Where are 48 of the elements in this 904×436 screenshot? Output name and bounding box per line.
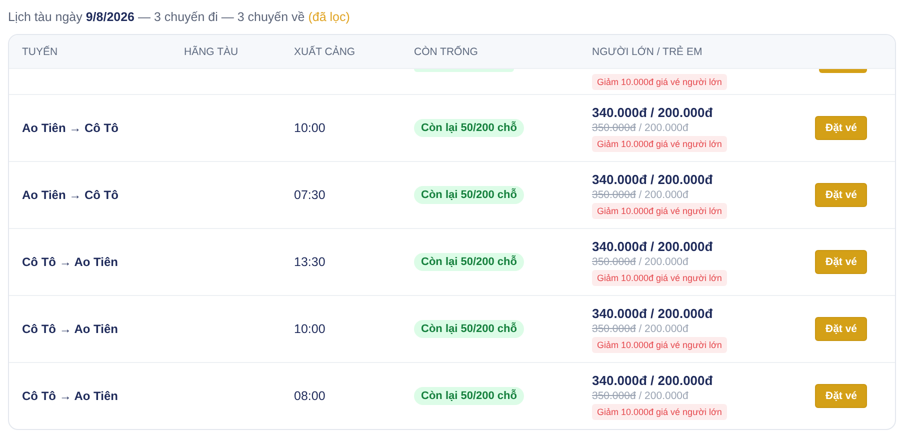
price-text: 340.000đ / 200.000đ	[592, 172, 713, 186]
seats-badge: Còn lại 50/200 chỗ	[414, 253, 524, 271]
old-price: 350.000đ	[592, 390, 636, 402]
departure-time: 10:00	[294, 322, 326, 336]
route-text: Cô Tô → Ao Tiên	[22, 322, 118, 336]
column-header: NGƯỜI LỚN / TRẺ EM	[592, 46, 704, 58]
book-button[interactable]: Đặt vé	[815, 250, 867, 274]
book-button[interactable]: Đặt vé	[815, 384, 867, 408]
discount-tag: Giảm 10.000đ giá vé người lớn	[592, 136, 727, 152]
button-edge	[819, 69, 867, 73]
price-text: 340.000đ / 200.000đ	[592, 306, 713, 320]
book-button[interactable]: Đặt vé	[815, 317, 867, 341]
departure-time: 13:30	[294, 255, 326, 269]
seats-badge: Còn lại 50/200 chỗ	[414, 320, 524, 338]
departure-time: 08:00	[294, 389, 326, 403]
seats-badge: Còn lại 50/200 chỗ	[414, 387, 524, 405]
departure-time: 07:30	[294, 188, 326, 202]
route-text: Cô Tô → Ao Tiên	[22, 389, 118, 403]
child-price: / 200.000đ	[638, 390, 688, 402]
book-button[interactable]: Đặt vé	[815, 116, 867, 140]
child-price: / 200.000đ	[638, 322, 688, 334]
old-price: 350.000đ	[592, 256, 636, 268]
book-button[interactable]: Đặt vé	[815, 183, 867, 207]
schedule-summary: Lịch tàu ngày 9/8/2026 — 3 chuyến đi — 3 chuyến về (đã lọc)	[8, 9, 351, 26]
discount-tag: Giảm 10.000đ giá vé người lớn	[592, 270, 727, 286]
price-text: 340.000đ / 200.000đ	[592, 372, 713, 388]
column-header: XUẤT CẢNG	[294, 46, 356, 58]
discount-tag: Giảm 10.000đ giá vé người lớn	[592, 74, 727, 90]
child-price: / 200.000đ	[638, 256, 688, 268]
seats-badge: Còn lại 50/200 chỗ	[414, 186, 524, 204]
column-header: TUYẾN	[22, 46, 59, 58]
old-price: 350.000đ	[592, 122, 636, 134]
route-text: Cô Tô → Ao Tiên	[22, 255, 118, 269]
discount-tag: Giảm 10.000đ giá vé người lớn	[592, 336, 727, 352]
child-price: / 200.000đ	[638, 122, 688, 134]
discount-tag: Giảm 10.000đ giá vé người lớn	[592, 404, 727, 420]
discount-tag: Giảm 10.000đ giá vé người lớn	[592, 202, 727, 218]
seats-badge: Còn lại 50/200 chỗ	[414, 119, 524, 137]
route-text: Ao Tiên → Cô Tô	[22, 188, 118, 202]
old-price: 350.000đ	[592, 188, 636, 200]
departure-time: 10:00	[294, 121, 326, 135]
child-price: / 200.000đ	[638, 188, 688, 200]
price-text: 340.000đ / 200.000đ	[592, 238, 713, 254]
route-text: Ao Tiên → Cô Tô	[22, 121, 118, 135]
old-price: 350.000đ	[592, 322, 636, 334]
price-text: 340.000đ / 200.000đ	[592, 104, 713, 120]
column-header: CÒN TRỐNG	[414, 46, 479, 58]
column-header: HÃNG TÀU	[184, 46, 240, 58]
